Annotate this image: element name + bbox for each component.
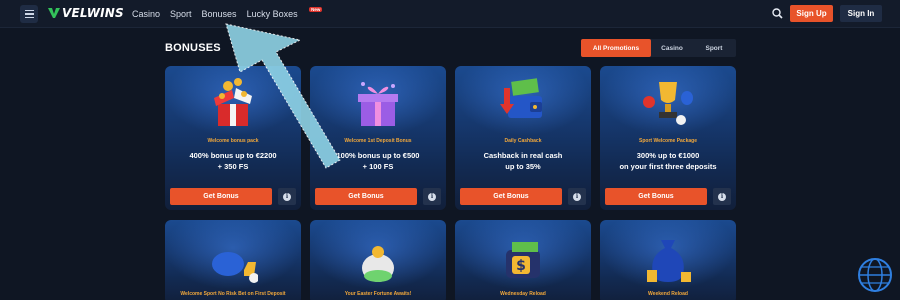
- card-offer-line1: 100% bonus up to €500: [336, 151, 420, 160]
- card-offer: 100% bonus up to €500 + 100 FS: [314, 151, 442, 172]
- card-subtitle: Daily Cashback: [504, 138, 542, 144]
- info-icon: i: [718, 192, 726, 201]
- bonus-card-welcome-pack: Welcome bonus pack 400% bonus up to €220…: [165, 66, 301, 210]
- tab-all-promotions[interactable]: All Promotions: [581, 39, 651, 57]
- card-subtitle: Weekend Reload: [648, 291, 688, 297]
- trophy-icon: [643, 82, 693, 125]
- card-offer-line1: 400% bonus up to €2200: [189, 151, 277, 160]
- top-bar: VELWINS Casino Sport Bonuses Lucky Boxes…: [0, 0, 900, 28]
- card-subtitle: Welcome 1st Deposit Bonus: [344, 138, 412, 144]
- nav-lucky-boxes[interactable]: Lucky Boxes New: [246, 7, 323, 19]
- bonus-card-daily-cashback: Daily Cashback Cashback in real cash up …: [455, 66, 591, 210]
- gift-box-icon: [214, 78, 252, 126]
- search-icon[interactable]: [772, 8, 783, 19]
- logo-text: VELWINS: [62, 6, 124, 20]
- dollar-wallet-icon: $: [506, 242, 540, 278]
- sports-bag-icon: [212, 252, 258, 283]
- globe-icon[interactable]: [855, 255, 895, 295]
- card-subtitle: Your Easter Fortune Awaits!: [344, 291, 412, 297]
- nav-casino[interactable]: Casino: [132, 9, 160, 19]
- tab-casino[interactable]: Casino: [651, 39, 693, 57]
- card-offer: 300% up to €1000 on your first three dep…: [604, 151, 732, 172]
- hamburger-menu-icon[interactable]: [20, 5, 38, 23]
- get-bonus-button[interactable]: Get Bonus: [460, 188, 562, 205]
- promotion-filter-tabs: All Promotions Casino Sport: [581, 39, 736, 57]
- bonus-card-wednesday-reload: $ Wednesday Reload: [455, 220, 591, 300]
- card-offer-line1: Cashback in real cash: [483, 151, 563, 160]
- card-offer-line2: up to 35%: [505, 161, 541, 171]
- nav-lucky-boxes-label: Lucky Boxes: [246, 9, 298, 19]
- velwins-logo-icon: [48, 8, 60, 18]
- info-button[interactable]: i: [713, 188, 731, 205]
- new-badge: New: [309, 7, 323, 12]
- card-subtitle: Welcome Sport No Risk Bet on First Depos…: [180, 291, 286, 297]
- annotation-arrow-icon: [225, 23, 341, 169]
- get-bonus-button[interactable]: Get Bonus: [315, 188, 417, 205]
- sign-in-button[interactable]: Sign In: [840, 5, 882, 22]
- card-subtitle: Welcome bonus pack: [207, 138, 259, 144]
- tab-sport[interactable]: Sport: [693, 39, 735, 57]
- card-offer-line2: on your first three deposits: [619, 161, 717, 171]
- card-subtitle: Wednesday Reload: [500, 291, 546, 297]
- card-offer-line1: 300% up to €1000: [636, 151, 700, 160]
- info-button[interactable]: i: [568, 188, 586, 205]
- info-icon: i: [573, 192, 581, 201]
- get-bonus-button[interactable]: Get Bonus: [605, 188, 707, 205]
- card-offer-line2: + 100 FS: [362, 161, 394, 171]
- bonus-card-sport-welcome: Sport Welcome Package 300% up to €1000 o…: [600, 66, 736, 210]
- nav-sport[interactable]: Sport: [170, 9, 192, 19]
- bonus-card-easter: Your Easter Fortune Awaits!: [310, 220, 446, 300]
- info-button[interactable]: i: [278, 188, 296, 205]
- card-subtitle: Sport Welcome Package: [639, 138, 697, 144]
- wallet-icon: [500, 78, 542, 118]
- logo[interactable]: VELWINS: [48, 6, 124, 20]
- nav-bonuses[interactable]: Bonuses: [202, 9, 237, 19]
- card-offer: 400% bonus up to €2200 + 350 FS: [169, 151, 297, 172]
- get-bonus-button[interactable]: Get Bonus: [170, 188, 272, 205]
- card-offer-line2: + 350 FS: [217, 161, 249, 171]
- main-nav: Casino Sport Bonuses Lucky Boxes New: [132, 7, 323, 19]
- svg-text:$: $: [516, 258, 526, 274]
- easter-egg-icon: [362, 246, 394, 282]
- bonus-card-sport-no-risk: Welcome Sport No Risk Bet on First Depos…: [165, 220, 301, 300]
- page-title: BONUSES: [165, 42, 221, 54]
- sign-up-button[interactable]: Sign Up: [790, 5, 833, 22]
- gift-icon: [358, 82, 398, 126]
- info-icon: i: [283, 192, 291, 201]
- info-icon: i: [428, 192, 436, 201]
- card-offer: Cashback in real cash up to 35%: [459, 151, 587, 172]
- bonus-card-weekend-reload: Weekend Reload: [600, 220, 736, 300]
- info-button[interactable]: i: [423, 188, 441, 205]
- money-bag-icon: [647, 240, 691, 282]
- bonus-card-first-deposit: Welcome 1st Deposit Bonus 100% bonus up …: [310, 66, 446, 210]
